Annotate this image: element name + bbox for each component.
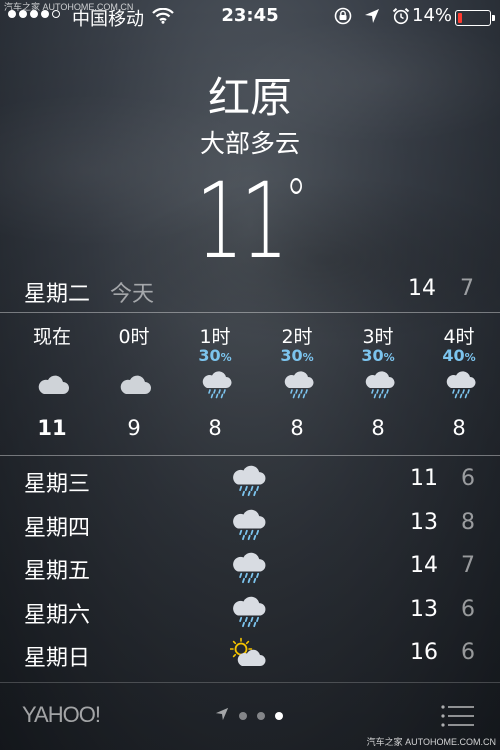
page-dot[interactable] [257, 711, 265, 720]
rain-cloud-icon [230, 462, 266, 498]
day-low: 6 [461, 466, 475, 491]
degree-symbol: ° [285, 166, 307, 236]
day-name: 星期三 [24, 472, 91, 497]
hour-label: 2时 [281, 326, 313, 348]
day-low: 7 [461, 553, 475, 578]
current-temperature: 11° [70, 160, 430, 282]
today-label: 今天 [110, 282, 155, 307]
daily-row: 星期四 13 8 [0, 506, 500, 546]
bottom-bar: YAHOO! 汽车之家 AUTOHOME.COM.CN [0, 684, 500, 750]
battery-fill [458, 13, 462, 23]
day-high: 11 [410, 466, 438, 491]
today-row: 星期二 今天 14 7 [0, 276, 500, 307]
location-arrow-icon [215, 706, 229, 725]
daily-row: 星期五 14 7 [0, 549, 500, 589]
day-name: 星期五 [24, 559, 91, 584]
page-dot[interactable] [239, 711, 247, 720]
day-name: 星期四 [24, 515, 91, 541]
hour-temperature: 8 [208, 416, 222, 440]
day-high: 14 [410, 553, 438, 578]
hour-temperature: 8 [290, 416, 304, 440]
day-high: 13 [410, 596, 438, 622]
alarm-icon [392, 7, 410, 29]
today-low: 7 [460, 276, 474, 301]
city-name: 红原 [207, 73, 292, 122]
yahoo-logo[interactable]: YAHOO! [22, 702, 101, 728]
battery-percent: 14% [412, 5, 453, 26]
temperature-value: 11 [195, 160, 288, 282]
rain-cloud-icon [230, 549, 266, 585]
divider-footer [0, 682, 500, 683]
precip-chance: 30% [280, 346, 314, 365]
day-low: 8 [461, 509, 475, 535]
battery-icon [455, 10, 495, 26]
today-high: 14 [408, 276, 436, 301]
hour-label: 现在 [32, 326, 71, 348]
day-name: 星期六 [24, 602, 91, 628]
divider-bottom [0, 455, 500, 456]
day-low: 6 [461, 640, 475, 665]
day-high: 16 [410, 640, 438, 665]
hour-label: 0时 [118, 326, 150, 348]
cloud-icon [119, 368, 151, 400]
cloud-icon [37, 368, 69, 400]
day-high: 13 [410, 509, 438, 535]
hourly-forecast[interactable]: 现在 11 0时 9 1时 30% 8 2时 30% 8 3时 30% 8 4时 40% 8 [0, 312, 500, 452]
day-name: 星期日 [24, 646, 91, 671]
hour-temperature: 11 [37, 416, 67, 440]
precip-chance: 40% [442, 346, 476, 365]
hour-temperature: 8 [371, 416, 385, 440]
partly-sunny-icon [229, 636, 266, 672]
precip-chance: 30% [198, 346, 232, 365]
daily-row: 星期日 16 6 [0, 636, 500, 676]
hour-label: 4时 [443, 326, 475, 348]
page-dot-active[interactable] [275, 711, 283, 720]
rain-cloud-icon [200, 368, 232, 400]
rain-cloud-icon [363, 368, 395, 400]
city-list-icon[interactable] [440, 704, 476, 732]
orientation-lock-icon [334, 7, 352, 29]
page-indicator[interactable] [215, 706, 283, 725]
watermark-bottom: 汽车之家 AUTOHOME.COM.CN [366, 737, 496, 747]
hour-label: 1时 [199, 326, 231, 348]
status-bar: 中国移动 23:45 14% [0, 0, 500, 32]
hour-label: 3时 [362, 326, 394, 348]
rain-cloud-icon [230, 506, 266, 542]
rain-cloud-icon [282, 368, 314, 400]
hour-temperature: 8 [452, 416, 466, 440]
rain-cloud-icon [230, 593, 266, 629]
daily-row: 星期六 13 6 [0, 593, 500, 633]
precip-chance: 30% [361, 346, 395, 365]
hour-temperature: 9 [127, 416, 141, 440]
rain-cloud-icon [444, 368, 476, 400]
location-arrow-icon [364, 8, 380, 28]
daily-row: 星期三 11 6 [0, 462, 500, 502]
weather-condition: 大部多云 [199, 129, 300, 158]
day-low: 6 [461, 596, 475, 622]
today-day: 星期二 [24, 282, 91, 307]
